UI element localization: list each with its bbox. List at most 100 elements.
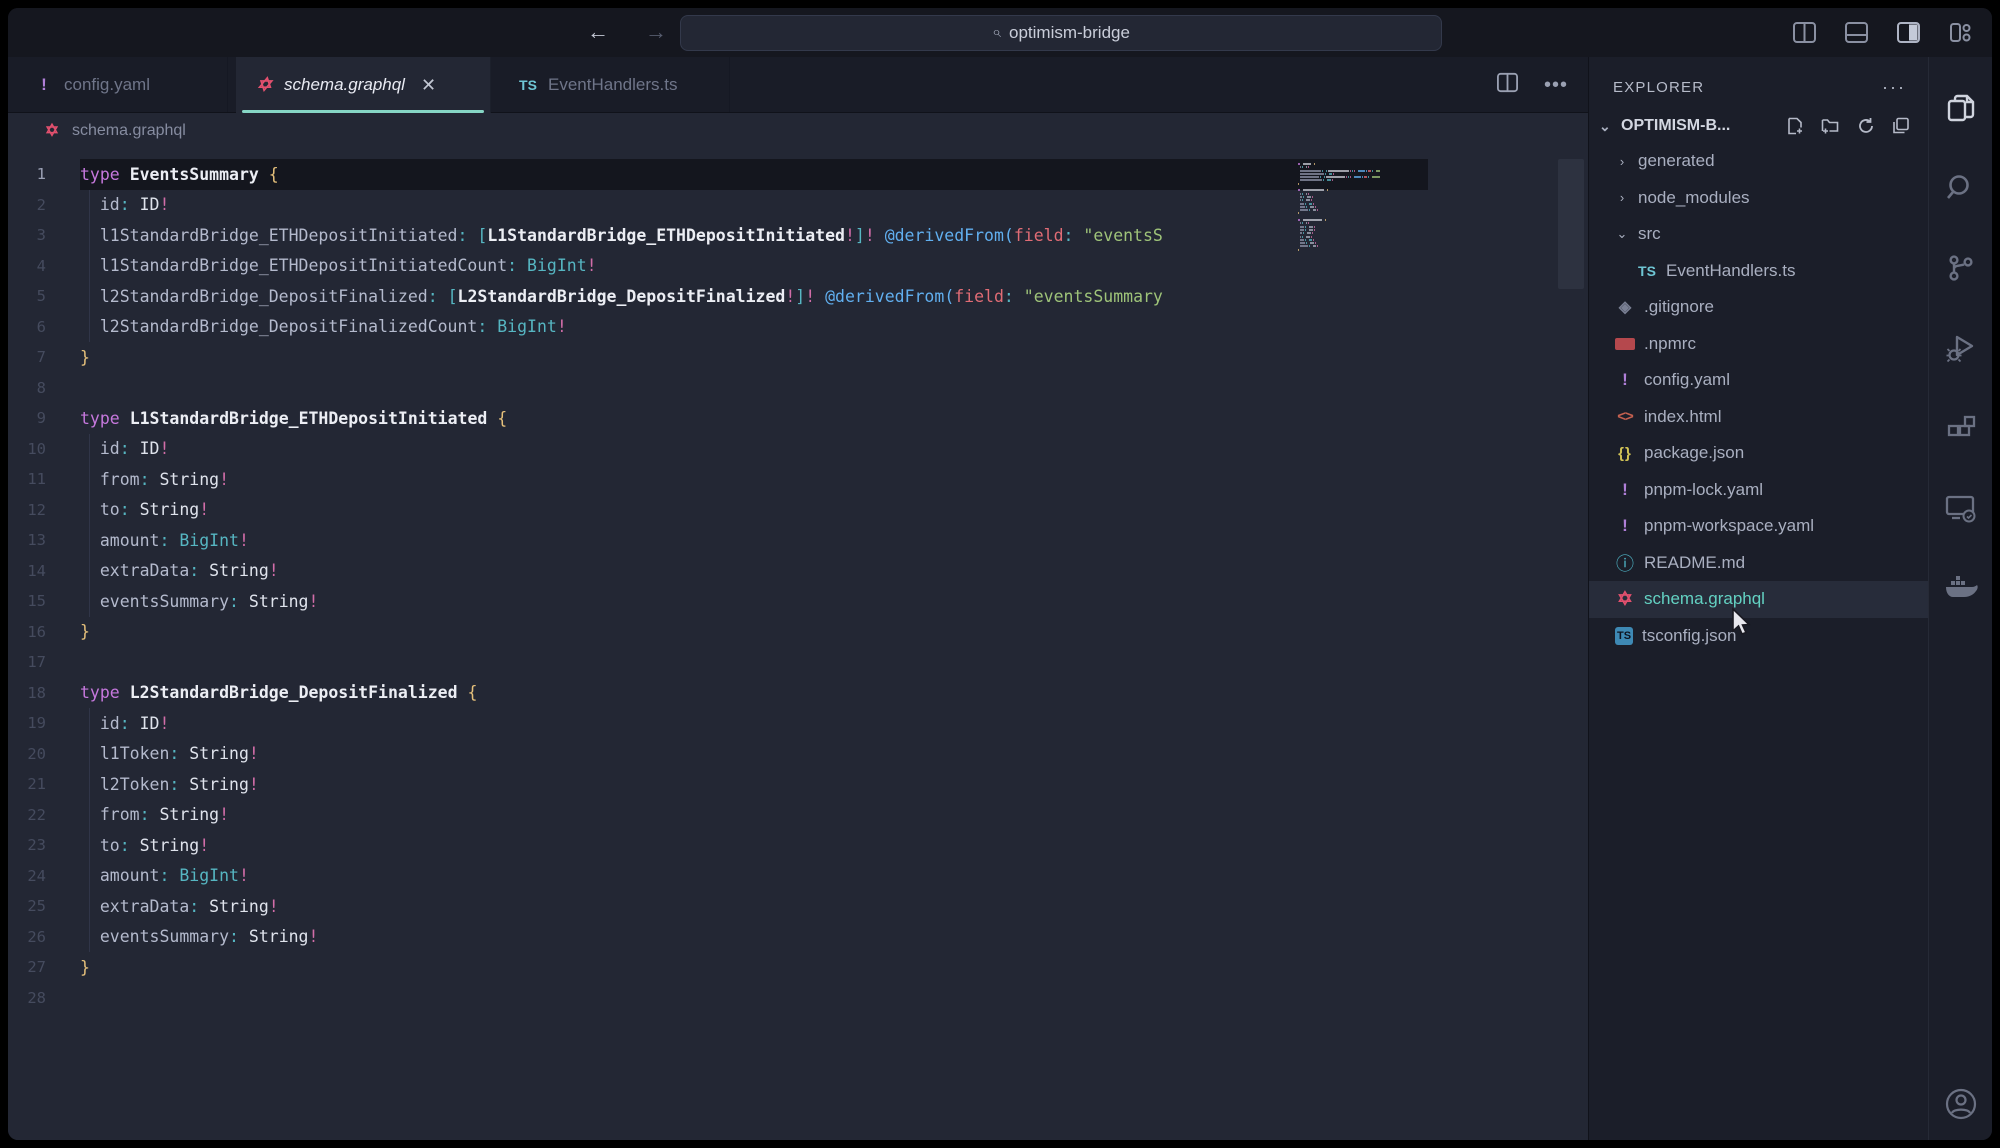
line-number: 16 [8,623,80,641]
code-line-25[interactable]: 25 extraData: String! [8,891,1588,922]
code-line-16[interactable]: 16} [8,617,1588,648]
line-number: 17 [8,653,80,671]
code-editor[interactable]: 1type EventsSummary {2 id: ID!3 l1Standa… [8,149,1588,1140]
code-text: extraData: String! [80,897,279,916]
file-name: index.html [1644,407,1721,427]
refresh-icon[interactable] [1857,117,1875,135]
minimap-line [1298,219,1428,221]
file-item-config-yaml[interactable]: !config.yaml [1589,362,1928,399]
code-line-5[interactable]: 5 l2StandardBridge_DepositFinalized: [L2… [8,281,1588,312]
code-line-14[interactable]: 14 extraData: String! [8,556,1588,587]
minimap-line [1298,229,1428,231]
file-name: node_modules [1638,188,1750,208]
code-text: type L2StandardBridge_DepositFinalized { [80,683,477,702]
line-number: 1 [8,165,80,183]
minimap[interactable] [1298,163,1428,255]
workspace-section-header[interactable]: ⌄ OPTIMISM-B... [1589,109,1928,143]
file-item-pnpm-lock-yaml[interactable]: !pnpm-lock.yaml [1589,472,1928,509]
line-number: 23 [8,836,80,854]
file-item--gitignore[interactable]: ◈.gitignore [1589,289,1928,326]
source-control-icon[interactable] [1929,237,1992,299]
code-line-9[interactable]: 9type L1StandardBridge_ETHDepositInitiat… [8,403,1588,434]
file-item-readme-md[interactable]: ⓘREADME.md [1589,545,1928,582]
split-editor-icon[interactable] [1497,72,1518,98]
json-file-icon: {} [1615,443,1635,463]
collapse-all-icon[interactable] [1892,117,1910,135]
yaml-file-icon: ! [1615,480,1635,500]
new-file-icon[interactable] [1786,117,1804,135]
file-item-tsconfig-json[interactable]: TStsconfig.json [1589,618,1928,655]
code-text: to: String! [80,500,209,519]
more-actions-icon[interactable]: ••• [1544,74,1568,97]
run-debug-icon[interactable] [1929,317,1992,379]
code-line-6[interactable]: 6 l2StandardBridge_DepositFinalizedCount… [8,312,1588,343]
code-line-15[interactable]: 15 eventsSummary: String! [8,586,1588,617]
tab-schema-graphql[interactable]: ✡ schema.graphql ✕ [236,57,491,113]
file-item-package-json[interactable]: {}package.json [1589,435,1928,472]
code-line-21[interactable]: 21 l2Token: String! [8,769,1588,800]
code-line-8[interactable]: 8 [8,373,1588,404]
new-folder-icon[interactable] [1821,117,1840,135]
code-line-17[interactable]: 17 [8,647,1588,678]
mouse-cursor [1729,607,1755,637]
file-item-schema-graphql[interactable]: ✡schema.graphql [1589,581,1928,618]
line-number: 5 [8,287,80,305]
tab-label: config.yaml [64,75,150,95]
code-line-12[interactable]: 12 to: String! [8,495,1588,526]
customize-layout-icon[interactable] [1946,18,1974,46]
file-item-eventhandlers-ts[interactable]: TSEventHandlers.ts [1589,253,1928,290]
breadcrumb-file: schema.graphql [72,122,186,140]
code-line-27[interactable]: 27} [8,952,1588,983]
close-icon[interactable]: ✕ [421,75,436,96]
code-line-19[interactable]: 19 id: ID! [8,708,1588,739]
account-icon[interactable] [1944,1087,1978,1126]
forward-icon[interactable]: → [641,17,671,47]
npm-file-icon [1615,338,1635,350]
file-item--npmrc[interactable]: .npmrc [1589,326,1928,363]
code-line-26[interactable]: 26 eventsSummary: String! [8,922,1588,953]
code-lines: 1type EventsSummary {2 id: ID!3 l1Standa… [8,159,1588,1013]
minimap-line [1298,189,1428,191]
tab-eventhandlers-ts[interactable]: TS EventHandlers.ts [500,57,730,113]
toggle-panel-left-icon[interactable] [1790,18,1818,46]
code-line-10[interactable]: 10 id: ID! [8,434,1588,465]
toggle-sidebar-right-icon[interactable] [1894,18,1922,46]
yaml-icon: ! [34,75,54,95]
code-text: l1StandardBridge_ETHDepositInitiated: [L… [80,226,1163,245]
code-line-13[interactable]: 13 amount: BigInt! [8,525,1588,556]
code-text: type EventsSummary { [80,165,279,184]
minimap-line [1298,226,1428,228]
code-line-22[interactable]: 22 from: String! [8,800,1588,831]
html-file-icon: <> [1615,407,1635,427]
code-line-20[interactable]: 20 l1Token: String! [8,739,1588,770]
command-search-box[interactable]: ⌕ optimism-bridge [680,15,1442,51]
code-text: l1Token: String! [80,744,259,763]
folder-item-node-modules[interactable]: ›node_modules [1589,180,1928,217]
folder-item-src[interactable]: ⌄src [1589,216,1928,253]
folder-item-generated[interactable]: ›generated [1589,143,1928,180]
code-line-18[interactable]: 18type L2StandardBridge_DepositFinalized… [8,678,1588,709]
back-icon[interactable]: ← [583,17,613,47]
file-item-pnpm-workspace-yaml[interactable]: !pnpm-workspace.yaml [1589,508,1928,545]
explorer-more-icon[interactable]: ··· [1882,77,1906,98]
code-line-11[interactable]: 11 from: String! [8,464,1588,495]
remote-explorer-icon[interactable] [1929,477,1992,539]
explorer-icon[interactable] [1929,77,1992,139]
tab-config-yaml[interactable]: ! config.yaml [16,57,228,113]
code-line-28[interactable]: 28 [8,983,1588,1014]
code-line-23[interactable]: 23 to: String! [8,830,1588,861]
file-item-index-html[interactable]: <> index.html [1589,399,1928,436]
code-line-7[interactable]: 7} [8,342,1588,373]
toggle-panel-bottom-icon[interactable] [1842,18,1870,46]
docker-icon[interactable] [1929,557,1992,619]
search-icon[interactable] [1929,157,1992,219]
code-text: id: ID! [80,714,169,733]
breadcrumb[interactable]: ✡ schema.graphql [8,113,1588,149]
tab-label: EventHandlers.ts [548,75,677,95]
code-line-24[interactable]: 24 amount: BigInt! [8,861,1588,892]
line-number: 25 [8,897,80,915]
minimap-line [1298,209,1428,211]
scrollbar-slider[interactable] [1558,159,1584,289]
extensions-icon[interactable] [1929,397,1992,459]
minimap-line [1298,203,1428,205]
